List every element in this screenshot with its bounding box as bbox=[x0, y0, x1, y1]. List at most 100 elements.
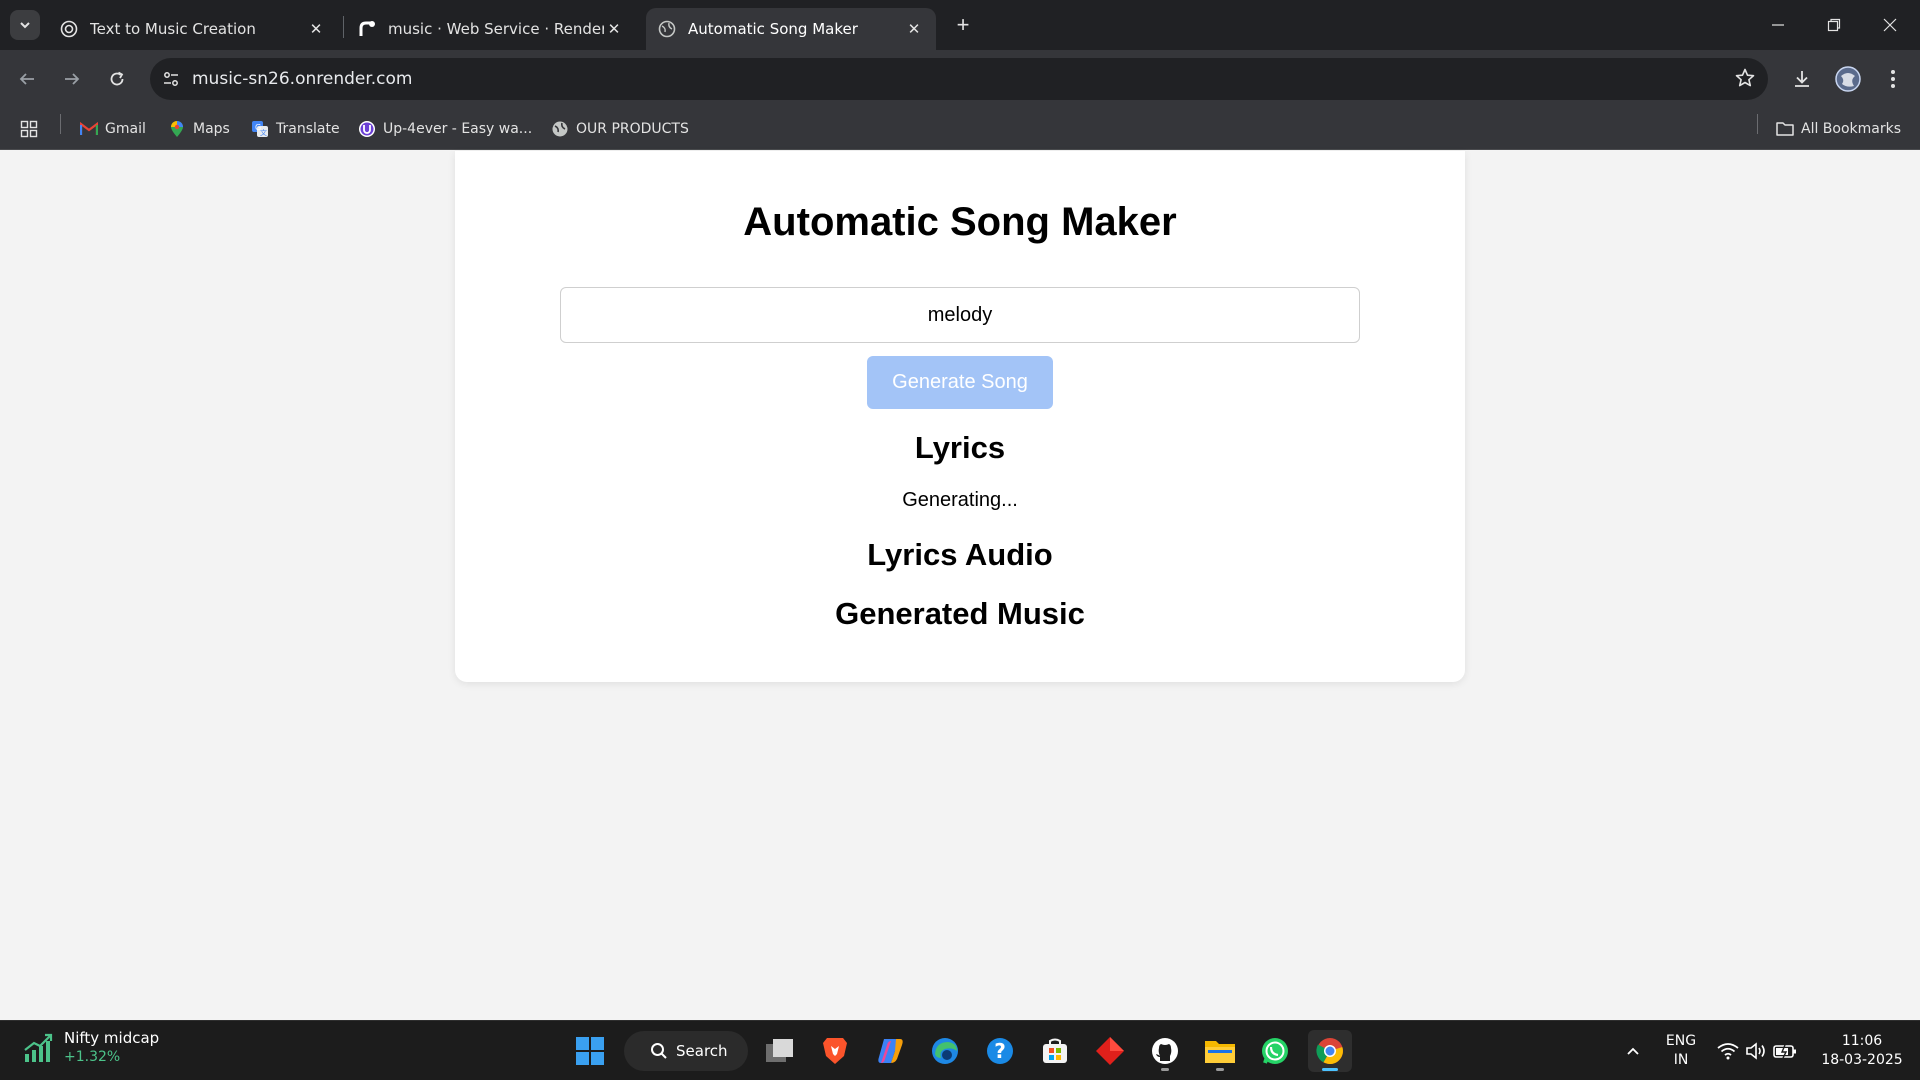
arrow-right-icon bbox=[65, 73, 80, 85]
svg-text:文: 文 bbox=[260, 128, 267, 137]
search-icon bbox=[651, 1043, 667, 1059]
all-bookmarks-label: All Bookmarks bbox=[1801, 121, 1902, 137]
lyrics-heading: Lyrics bbox=[914, 430, 1006, 465]
task-view-button[interactable] bbox=[758, 1030, 802, 1072]
show-hidden-icons-button[interactable] bbox=[1618, 1021, 1648, 1080]
taskbar-search[interactable]: Search bbox=[624, 1031, 748, 1071]
bookmark-label: Up-4ever - Easy wa... bbox=[383, 121, 533, 137]
edge-icon bbox=[932, 1038, 958, 1064]
apps-grid-icon bbox=[20, 120, 38, 138]
taskbar-app-edge[interactable] bbox=[923, 1030, 967, 1072]
battery-icon bbox=[1773, 1044, 1796, 1059]
close-icon bbox=[1883, 18, 1897, 32]
close-icon[interactable]: ✕ bbox=[306, 20, 326, 38]
downloads-button[interactable] bbox=[1785, 62, 1819, 96]
language-code: ENG bbox=[1665, 1033, 1697, 1049]
task-view-icon bbox=[766, 1039, 793, 1062]
bookmark-label: Translate bbox=[276, 121, 340, 137]
widget-value: +1.32% bbox=[64, 1049, 121, 1065]
openai-icon bbox=[60, 20, 78, 38]
svg-text:?: ? bbox=[994, 1039, 1006, 1063]
url-text: music-sn26.onrender.com bbox=[192, 69, 413, 89]
lyrics-status: Generating... bbox=[902, 489, 1018, 511]
widget-name: Nifty midcap bbox=[64, 1029, 160, 1047]
bookmark-label: OUR PRODUCTS bbox=[576, 121, 689, 137]
taskbar: Nifty midcap +1.32% Search ? ENG IN 11:0… bbox=[0, 1020, 1920, 1080]
reload-icon bbox=[110, 71, 124, 86]
chevron-up-icon bbox=[1627, 1047, 1639, 1055]
chrome-icon bbox=[1316, 1038, 1343, 1065]
running-indicator bbox=[1216, 1068, 1224, 1071]
search-label: Search bbox=[676, 1042, 728, 1060]
close-icon[interactable]: ✕ bbox=[604, 20, 624, 38]
close-icon[interactable]: ✕ bbox=[904, 20, 924, 38]
store-icon bbox=[1043, 1038, 1067, 1063]
github-icon bbox=[1152, 1038, 1178, 1064]
back-button[interactable] bbox=[10, 62, 44, 96]
wifi-icon bbox=[1717, 1043, 1739, 1060]
market-widget[interactable]: Nifty midcap +1.32% bbox=[22, 1029, 159, 1067]
up4ever-icon bbox=[358, 120, 376, 138]
bookmark-star-icon[interactable] bbox=[1734, 67, 1756, 94]
bookmark-label: Gmail bbox=[105, 121, 146, 137]
taskbar-app-chrome[interactable] bbox=[1308, 1030, 1352, 1072]
minimize-icon bbox=[1772, 24, 1784, 26]
help-icon: ? bbox=[987, 1038, 1013, 1064]
render-icon bbox=[358, 20, 376, 38]
region-code: IN bbox=[1673, 1052, 1689, 1068]
bookmarks-bar: Gmail Maps G文 Translate Up-4ever - Easy … bbox=[0, 108, 1920, 150]
brave-icon bbox=[823, 1038, 847, 1064]
bookmark-label: Maps bbox=[193, 121, 230, 137]
volume-icon bbox=[1746, 1042, 1765, 1060]
minimize-button[interactable] bbox=[1750, 0, 1806, 50]
restore-button[interactable] bbox=[1806, 0, 1862, 50]
tab-render-service[interactable]: music · Web Service · Render D ✕ bbox=[346, 8, 636, 50]
taskbar-app-brave[interactable] bbox=[813, 1030, 857, 1072]
bookmark-translate[interactable]: G文 Translate bbox=[251, 116, 340, 142]
tab-title: music · Web Service · Render D bbox=[388, 20, 604, 38]
clock[interactable]: 11:06 18-03-2025 bbox=[1812, 1021, 1912, 1080]
apps-button[interactable] bbox=[20, 116, 38, 142]
taskbar-app-get-help[interactable]: ? bbox=[978, 1030, 1022, 1072]
folder-icon bbox=[1205, 1041, 1235, 1063]
reload-button[interactable] bbox=[100, 62, 134, 96]
bookmark-gmail[interactable]: Gmail bbox=[80, 116, 146, 142]
forward-button[interactable] bbox=[55, 62, 89, 96]
taskbar-app-git[interactable] bbox=[1088, 1030, 1132, 1072]
git-diamond-icon bbox=[1096, 1037, 1124, 1065]
language-indicator[interactable]: ENG IN bbox=[1660, 1021, 1702, 1080]
new-tab-button[interactable]: + bbox=[950, 12, 976, 38]
address-bar[interactable]: music-sn26.onrender.com bbox=[150, 58, 1768, 100]
tab-automatic-song-maker[interactable]: Automatic Song Maker ✕ bbox=[646, 8, 936, 50]
browser-menu-button[interactable] bbox=[1876, 62, 1910, 96]
browser-tab-strip: Text to Music Creation ✕ music · Web Ser… bbox=[0, 0, 1920, 50]
generate-song-button[interactable]: Generate Song bbox=[867, 356, 1053, 409]
song-maker-card: Automatic Song Maker Generate Song Lyric… bbox=[455, 151, 1465, 682]
taskbar-app-file-explorer[interactable] bbox=[1198, 1030, 1242, 1072]
clock-time: 11:06 bbox=[1841, 1033, 1883, 1049]
site-info-icon[interactable] bbox=[150, 70, 192, 88]
prompt-input[interactable] bbox=[560, 287, 1360, 343]
avatar bbox=[1835, 66, 1861, 92]
page-viewport: Automatic Song Maker Generate Song Lyric… bbox=[0, 151, 1920, 1020]
taskbar-app-github[interactable] bbox=[1143, 1030, 1187, 1072]
bookmark-maps[interactable]: Maps bbox=[168, 116, 230, 142]
tab-search-button[interactable] bbox=[10, 10, 40, 40]
profile-button[interactable] bbox=[1831, 62, 1865, 96]
bookmarks-separator bbox=[1757, 114, 1758, 134]
start-button[interactable] bbox=[568, 1030, 612, 1072]
restore-icon bbox=[1827, 18, 1841, 32]
all-bookmarks-button[interactable]: All Bookmarks bbox=[1776, 116, 1901, 142]
lyrics-audio-heading: Lyrics Audio bbox=[867, 537, 1053, 572]
translate-icon: G文 bbox=[251, 120, 269, 138]
gmail-icon bbox=[80, 120, 98, 138]
taskbar-app-store[interactable] bbox=[1033, 1030, 1077, 1072]
bookmark-up4ever[interactable]: Up-4ever - Easy wa... bbox=[358, 116, 532, 142]
quick-settings-button[interactable] bbox=[1712, 1021, 1802, 1080]
bookmark-our-products[interactable]: OUR PRODUCTS bbox=[551, 116, 689, 142]
taskbar-app-copilot[interactable] bbox=[868, 1030, 912, 1072]
tab-text-to-music[interactable]: Text to Music Creation ✕ bbox=[48, 8, 338, 50]
clock-date: 18-03-2025 bbox=[1821, 1052, 1903, 1068]
taskbar-app-whatsapp[interactable] bbox=[1253, 1030, 1297, 1072]
close-window-button[interactable] bbox=[1862, 0, 1918, 50]
